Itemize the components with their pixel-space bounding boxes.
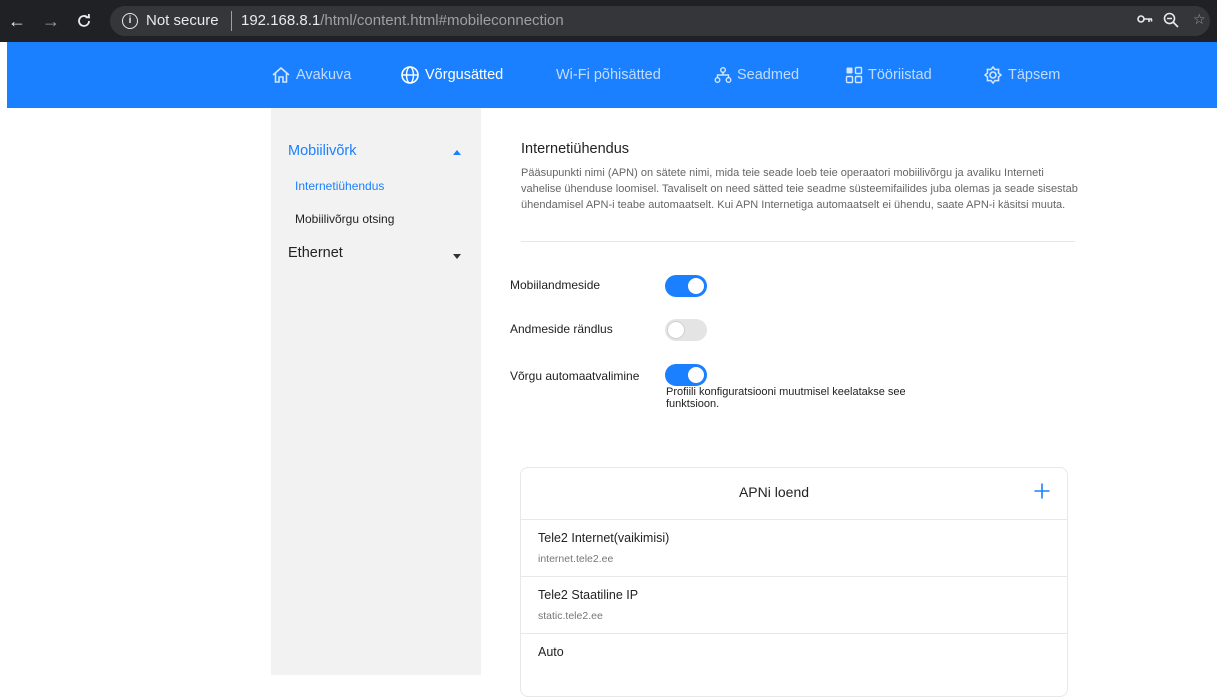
chevron-up-icon[interactable] — [453, 150, 461, 155]
nav-devices[interactable]: Seadmed — [714, 64, 799, 86]
toggle-knob — [688, 367, 704, 383]
apn-name: Tele2 Internet(vaikimisi) — [538, 531, 670, 545]
chevron-down-icon[interactable] — [453, 254, 461, 259]
info-icon[interactable]: i — [122, 13, 138, 29]
key-icon[interactable] — [1137, 12, 1153, 28]
auto-select-note: Profiili konfiguratsiooni muutmisel keel… — [666, 386, 906, 410]
nav-advanced-label: Täpsem — [1008, 67, 1061, 83]
nav-wifi-settings-label: Wi-Fi põhisätted — [556, 67, 661, 83]
apn-value: static.tele2.ee — [538, 610, 603, 622]
apn-list-item[interactable]: Auto — [521, 634, 1067, 691]
top-navigation: Avakuva Võrgusätted Wi-Fi põhisätted Sea… — [7, 42, 1217, 108]
network-auto-select-label: Võrgu automaatvalimine — [510, 369, 640, 383]
browser-toolbar: ← → i Not secure 192.168.8.1/html/conten… — [0, 0, 1217, 42]
page-description: Pääsupunkti nimi (APN) on sätete nimi, m… — [521, 167, 1078, 211]
gear-icon — [983, 65, 1003, 85]
nav-home[interactable]: Avakuva — [271, 64, 351, 86]
sidebar-item-internet-connection[interactable]: Internetiühendus — [295, 179, 384, 193]
sidebar-group-ethernet[interactable]: Ethernet — [288, 245, 343, 261]
toggle-knob — [688, 278, 704, 294]
zoom-icon[interactable] — [1162, 11, 1180, 29]
nav-advanced[interactable]: Täpsem — [983, 64, 1060, 86]
security-label: Not secure — [146, 12, 219, 29]
divider — [521, 241, 1075, 242]
apn-value: internet.tele2.ee — [538, 553, 614, 565]
back-arrow-icon[interactable]: ← — [6, 10, 28, 32]
sidebar-item-network-search[interactable]: Mobiilivõrgu otsing — [295, 212, 394, 226]
home-icon — [272, 66, 290, 83]
forward-arrow-icon[interactable]: → — [40, 10, 62, 32]
url-text[interactable]: 192.168.8.1/html/content.html#mobileconn… — [241, 12, 564, 29]
tools-grid-icon — [845, 66, 863, 84]
apn-list-header: APNi loend — [521, 468, 1067, 520]
mobile-data-toggle[interactable] — [665, 275, 707, 297]
nav-tools[interactable]: Tööriistad — [845, 64, 932, 86]
nav-home-label: Avakuva — [296, 67, 352, 83]
devices-icon — [714, 67, 732, 83]
data-roaming-toggle[interactable] — [665, 319, 707, 341]
divider — [231, 11, 232, 31]
address-bar[interactable]: i Not secure 192.168.8.1/html/content.ht… — [110, 6, 1210, 36]
page-title: Internetiühendus — [521, 141, 630, 157]
network-auto-select-toggle[interactable] — [665, 364, 707, 386]
apn-name: Auto — [538, 645, 564, 659]
nav-network-settings-label: Võrgusätted — [425, 67, 504, 83]
globe-icon — [401, 66, 419, 84]
apn-list-item[interactable]: Tele2 Internet(vaikimisi) internet.tele2… — [521, 520, 1067, 577]
nav-tools-label: Tööriistad — [868, 67, 932, 83]
sidebar: Mobiilivõrk Internetiühendus Mobiilivõrg… — [271, 108, 481, 675]
nav-network-settings[interactable]: Võrgusätted — [400, 64, 503, 86]
sidebar-group-mobile-network[interactable]: Mobiilivõrk — [288, 143, 357, 159]
apn-list-card: APNi loend Tele2 Internet(vaikimisi) int… — [520, 467, 1068, 697]
mobile-data-label: Mobiilandmeside — [510, 278, 601, 292]
apn-name: Tele2 Staatiline IP — [538, 588, 639, 602]
bookmark-star-icon[interactable]: ☆ — [1193, 11, 1206, 28]
apn-list-item[interactable]: Tele2 Staatiline IP static.tele2.ee — [521, 577, 1067, 634]
nav-wifi-settings[interactable]: Wi-Fi põhisätted — [556, 64, 661, 86]
toggle-knob — [668, 322, 684, 338]
nav-devices-label: Seadmed — [737, 67, 800, 83]
apn-list-title: APNi loend — [738, 484, 810, 500]
reload-icon[interactable] — [73, 10, 95, 32]
add-apn-plus-icon[interactable] — [1033, 482, 1051, 500]
data-roaming-label: Andmeside rändlus — [510, 322, 613, 336]
